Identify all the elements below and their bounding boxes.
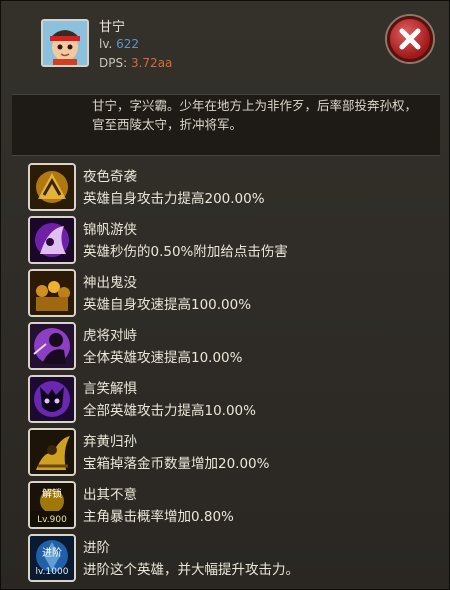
skill-name: 弃黄归孙 [83,434,137,450]
skill-name: 出其不意 [83,487,137,503]
skill-row[interactable]: 锦帆游侠 英雄秒伤的0.50%附加给点击伤害 [28,216,438,266]
level-value: 622 [116,37,140,51]
skill-desc: 进阶这个英雄，并大幅提升攻击力。 [83,562,299,578]
skill-desc: 主角暴击概率增加0.80% [83,509,234,525]
skill-desc: 英雄自身攻速提高100.00% [83,297,252,313]
skill-desc: 英雄秒伤的0.50%附加给点击伤害 [83,244,288,260]
skill-desc: 宝箱掉落金币数量增加20.00% [83,456,270,472]
surprise-locked-icon: 解锁 Lv.900 [28,481,76,529]
hero-description-box: 甘宁，字兴霸。少年在地方上为非作歹，后率部投奔孙权，官至西陵太守，折冲将军。 [12,94,440,156]
laugh-fear-icon [28,375,76,423]
skill-name: 进阶 [83,540,110,556]
hero-name: 甘宁 [99,20,126,35]
hero-level: lv. 622 [99,37,139,51]
advance-label: 进阶 [42,546,62,559]
close-button[interactable] [387,16,433,62]
lock-label: 解锁 [42,487,62,500]
skill-desc: 英雄自身攻击力提高200.00% [83,191,265,207]
skill-row[interactable]: 进阶 lv.1000 进阶 进阶这个英雄，并大幅提升攻击力。 [28,534,438,584]
skill-row[interactable]: 言笑解惧 全部英雄攻击力提高10.00% [28,375,438,425]
brocade-sail-icon [28,216,76,264]
lock-level: Lv.900 [37,515,67,525]
skill-row[interactable]: 神出鬼没 英雄自身攻速提高100.00% [28,269,438,319]
hero-detail-panel: 甘宁 lv. 622 DPS: 3.72aa 甘宁，字兴霸。少年在地方上为非作歹… [0,0,450,590]
advance-level: lv.1000 [36,567,69,577]
skill-desc: 全部英雄攻击力提高10.00% [83,403,256,419]
close-icon [399,28,421,50]
skill-row[interactable]: 虎将对峙 全体英雄攻速提高10.00% [28,322,438,372]
skill-name: 虎将对峙 [83,328,137,344]
skill-row[interactable]: 解锁 Lv.900 出其不意 主角暴击概率增加0.80% [28,481,438,531]
advance-icon: 进阶 lv.1000 [28,534,76,582]
phantom-icon [28,269,76,317]
hero-portrait [41,19,89,67]
tiger-general-icon [28,322,76,370]
skill-name: 夜色奇袭 [83,169,137,185]
skill-row[interactable]: 夜色奇袭 英雄自身攻击力提高200.00% [28,163,438,213]
skill-name: 言笑解惧 [83,381,137,397]
hero-description: 甘宁，字兴霸。少年在地方上为非作歹，后率部投奔孙权，官至西陵太守，折冲将军。 [92,98,418,132]
dps-value: 3.72aa [130,56,173,70]
skill-name: 神出鬼没 [83,275,137,291]
night-raid-icon [28,163,76,211]
hero-header: 甘宁 lv. 622 DPS: 3.72aa [1,1,450,91]
skill-row[interactable]: 弃黄归孙 宝箱掉落金币数量增加20.00% [28,428,438,478]
level-label: lv. [99,37,113,51]
skill-desc: 全体英雄攻速提高10.00% [83,350,243,366]
hero-dps: DPS: 3.72aa [99,56,172,70]
defect-icon [28,428,76,476]
skill-name: 锦帆游侠 [83,222,137,238]
dps-label: DPS: [99,56,128,70]
